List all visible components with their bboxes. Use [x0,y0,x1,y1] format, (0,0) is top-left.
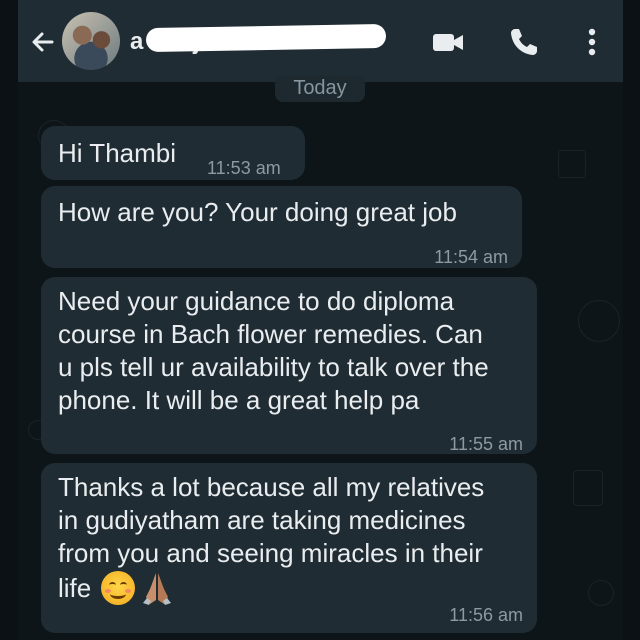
message-line: How are you? Your doing great job [58,197,457,227]
message-line: phone. It will be a great help pa [58,385,420,415]
message-line: life [58,572,92,603]
message-text: Hi Thambi [58,137,176,170]
message-time: 11:56 am [449,605,523,625]
message-bubble[interactable]: How are you? Your doing great job 11:54 … [41,186,522,268]
chat-header: a s a ja... [18,0,623,82]
message-line: from you and seeing miracles in their [58,538,483,568]
message-line: Thanks a lot because all my relatives [58,472,485,502]
message-time: 11:55 am [449,434,523,454]
message-time: 11:54 am [434,247,508,267]
more-vertical-icon[interactable] [574,24,610,60]
phone-icon[interactable] [506,24,542,60]
wallpaper-doodle [588,580,614,606]
folded-hands-icon [143,573,172,605]
avatar[interactable] [62,12,120,70]
smiling-face-icon [101,571,136,605]
date-chip: Today [275,76,365,102]
message-line: Need your guidance to do diploma [58,286,455,316]
video-call-icon[interactable] [430,24,466,60]
message-line: in gudiyatham are taking medicines [58,505,466,535]
message-time: 11:53 am [207,158,281,178]
message-line: Hi Thambi [58,138,177,168]
message-text: Thanks a lot because all my relatives in… [58,471,528,606]
message-bubble[interactable]: Thanks a lot because all my relatives in… [41,463,537,633]
back-arrow-icon[interactable] [26,25,60,59]
message-text: Need your guidance to do diploma course … [58,285,528,417]
wallpaper-doodle [578,300,620,342]
message-line: course in Bach flower remedies. Can [58,319,483,349]
message-text: How are you? Your doing great job [58,196,457,229]
message-line: u pls tell ur availability to talk over … [58,352,489,382]
message-bubble[interactable]: Need your guidance to do diploma course … [41,277,537,454]
wallpaper-doodle [573,470,603,506]
wallpaper-doodle [558,150,586,178]
message-bubble[interactable]: Hi Thambi 11:53 am [41,126,305,180]
redaction-mark [145,23,387,53]
